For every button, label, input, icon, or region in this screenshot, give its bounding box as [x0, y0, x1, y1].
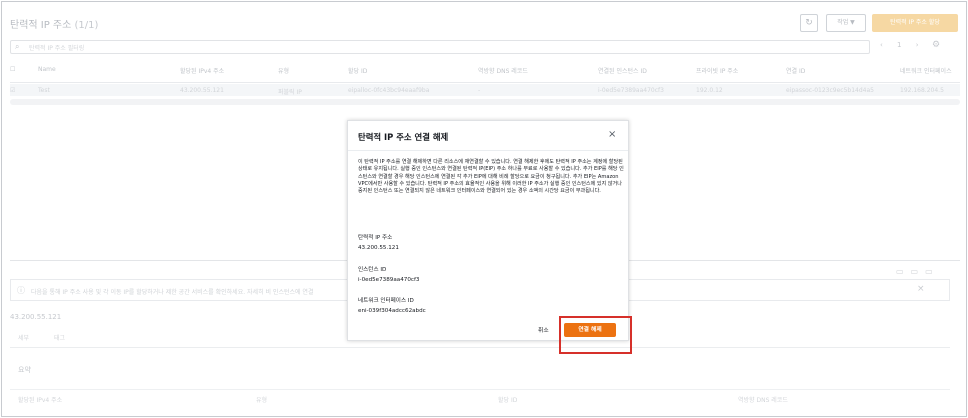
gear-icon[interactable]: ⚙ — [932, 40, 940, 50]
table-row[interactable]: ☑ Test 43.200.55.121 퍼블릭 IP eipalloc-0fc… — [10, 84, 960, 96]
close-icon[interactable]: × — [608, 130, 616, 140]
summary-title: 요약 — [18, 366, 31, 374]
row-checkbox[interactable]: ☑ — [10, 87, 15, 94]
table-cell: 퍼블릭 IP — [278, 89, 302, 96]
search-input[interactable]: ⌕ 탄력적 IP 주소 필터링 — [10, 40, 870, 54]
pagination[interactable]: ‹ 1 › — [880, 41, 925, 49]
column-header[interactable]: 연결된 인스턴스 ID — [598, 66, 647, 75]
column-header[interactable]: Name — [38, 66, 56, 73]
column-header[interactable]: 유형 — [278, 66, 289, 75]
column-header[interactable]: 프라이빗 IP 주소 — [696, 66, 738, 75]
table-cell: Test — [38, 87, 50, 94]
allocate-ip-button[interactable]: 탄력적 IP 주소 할당 — [872, 14, 958, 32]
table-cell: 192.0.12 — [696, 87, 723, 94]
select-all-checkbox[interactable]: ☐ — [10, 66, 15, 73]
tab-details[interactable]: 세부 — [18, 333, 29, 342]
table-divider — [10, 82, 960, 83]
column-header[interactable]: 역방향 DNS 레코드 — [478, 66, 528, 75]
close-icon[interactable]: × — [917, 284, 925, 294]
table-cell[interactable]: i-0ed5e7389aa470cf3 — [598, 87, 664, 94]
tab-tags[interactable]: 태그 — [54, 333, 65, 342]
page-title: 탄력적 IP 주소 (1/1) — [10, 20, 99, 31]
cancel-button[interactable]: 취소 — [538, 325, 549, 334]
dialog-description: 이 탄력적 IP 주소를 연결 해제하면 다른 리소스에 재연결할 수 있습니다… — [358, 159, 624, 195]
field-label-elastic-ip: 탄력적 IP 주소 — [358, 235, 393, 241]
dialog-title: 탄력적 IP 주소 연결 해제 — [358, 132, 449, 142]
summary-column: 할당된 IPv4 주소 — [18, 397, 63, 404]
table-cell[interactable]: eipalloc-0fc43bc94eaaf9ba — [348, 87, 429, 94]
tab-divider — [10, 347, 950, 348]
field-value-instance-id: i-0ed5e7389aa470cf3 — [358, 277, 420, 283]
summary-column: 역방향 DNS 레코드 — [738, 397, 788, 404]
table-cell: 43.200.55.121 — [180, 87, 224, 94]
table-cell: 192.168.204.5 — [900, 87, 944, 94]
summary-divider — [10, 389, 950, 390]
panel-layout-icons[interactable]: ▭▭▭ — [896, 267, 940, 276]
column-header[interactable]: 연결 ID — [786, 66, 805, 75]
info-icon: ⓘ — [17, 286, 25, 295]
field-label-instance-id: 인스턴스 ID — [358, 267, 387, 273]
table-cell: - — [478, 87, 481, 94]
selected-ip-heading: 43.200.55.121 — [10, 313, 62, 321]
search-placeholder: 탄력적 IP 주소 필터링 — [29, 45, 85, 52]
search-icon: ⌕ — [15, 42, 20, 51]
column-header[interactable]: 할당 ID — [348, 66, 367, 75]
refresh-button[interactable]: ↻ — [800, 14, 818, 32]
dialog-header: 탄력적 IP 주소 연결 해제 × — [348, 121, 628, 151]
table-cell: eipassoc-0123c9ec5b14d4a5 — [786, 87, 874, 94]
highlight-box — [559, 316, 632, 354]
table-header: ☐ Name 할당된 IPv4 주소 유형 할당 ID 역방향 DNS 레코드 … — [10, 64, 960, 78]
summary-column: 유형 — [256, 397, 268, 404]
field-value-elastic-ip: 43.200.55.121 — [358, 245, 399, 251]
info-text: 다음을 통해 IP 주소 사용 및 각 이동 IP를 할당하거나 제한 공간 서… — [31, 289, 314, 296]
summary-column: 할당 ID — [498, 397, 518, 404]
field-label-network-interface-id: 네트워크 인터페이스 ID — [358, 298, 414, 304]
refresh-icon: ↻ — [805, 18, 813, 28]
column-header[interactable]: 할당된 IPv4 주소 — [180, 66, 224, 75]
column-header[interactable]: 네트워크 인터페이스 — [900, 66, 952, 75]
list-header: 탄력적 IP 주소 (1/1) ↻ 작업 ▼ 탄력적 IP 주소 할당 — [10, 14, 958, 34]
actions-button[interactable]: 작업 ▼ — [826, 14, 866, 32]
horizontal-scrollbar[interactable] — [10, 99, 960, 105]
field-value-network-interface-id: eni-039f304adcc62abdc — [358, 308, 426, 314]
disassociate-ip-dialog: 탄력적 IP 주소 연결 해제 × 이 탄력적 IP 주소를 연결 해제하면 다… — [347, 120, 629, 341]
